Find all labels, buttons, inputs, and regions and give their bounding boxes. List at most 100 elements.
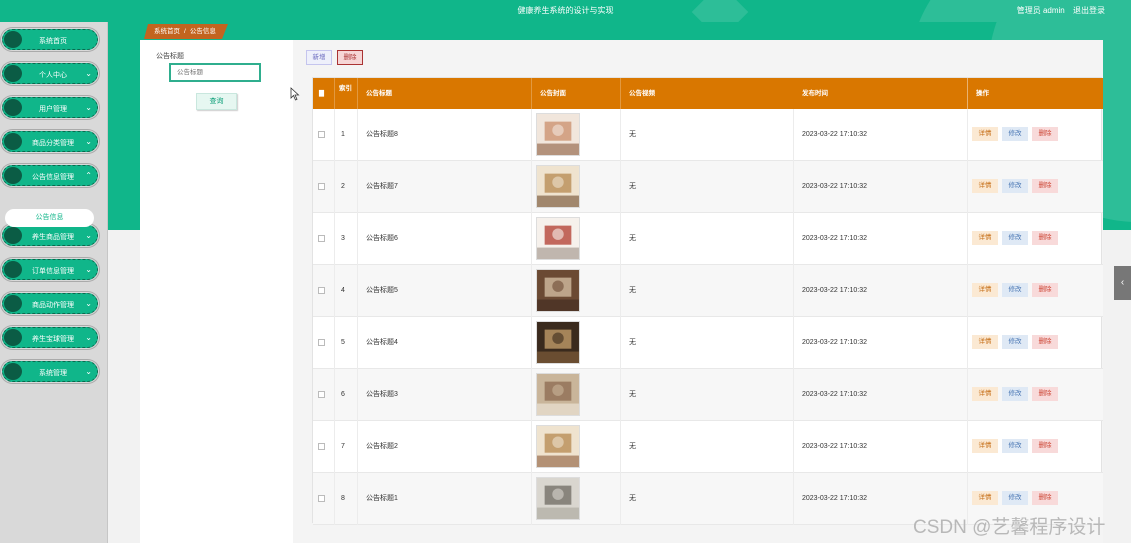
cover-thumbnail xyxy=(536,477,580,520)
sidebar-menu-item[interactable]: 订单信息管理 ⌄ xyxy=(2,259,98,280)
menu-dot-icon xyxy=(4,65,22,82)
title-cell: 公告标题6 xyxy=(358,213,532,265)
column-header: 操作 xyxy=(976,90,989,97)
row-checkbox[interactable] xyxy=(318,495,325,502)
breadcrumb-separator: / xyxy=(184,28,186,35)
column-header: 公告标题 xyxy=(358,78,532,109)
site-title: 健康养生系统的设计与实现 xyxy=(517,6,614,15)
edit-button[interactable]: 修改 xyxy=(1002,387,1028,401)
sidebar-menu-item[interactable]: 用户管理 ⌄ xyxy=(2,97,98,118)
checkbox-cell xyxy=(313,473,335,525)
breadcrumb-current: 公告信息 xyxy=(189,28,216,35)
menu-dot-icon xyxy=(4,167,22,184)
delete-button[interactable]: 删除 xyxy=(1032,439,1058,453)
search-input[interactable] xyxy=(169,63,261,82)
index-cell: 5 xyxy=(335,317,358,369)
menu-label: 商品分类管理 xyxy=(32,140,74,147)
row-checkbox[interactable] xyxy=(318,131,325,138)
table-row: 4 公告标题5 无 2023-03-22 17:10:32 详情 修改 删除 xyxy=(313,265,1103,317)
delete-button[interactable]: 删除 xyxy=(1032,283,1058,297)
chevron-left-icon: ‹ xyxy=(1120,277,1125,288)
menu-label: 订单信息管理 xyxy=(32,268,74,275)
detail-button[interactable]: 详情 xyxy=(972,491,998,505)
detail-button[interactable]: 详情 xyxy=(972,439,998,453)
video-cell: 无 xyxy=(621,369,794,421)
sidebar-menu-item[interactable]: 商品动作管理 ⌄ xyxy=(2,293,98,314)
menu-label: 用户管理 xyxy=(39,106,67,113)
row-checkbox[interactable] xyxy=(318,391,325,398)
chevron-down-icon: ⌄ xyxy=(85,231,92,240)
search-button[interactable]: 查询 xyxy=(196,93,237,110)
title-cell: 公告标题2 xyxy=(358,421,532,473)
actions-cell: 详情 修改 删除 xyxy=(968,317,1103,369)
checkbox-cell xyxy=(313,109,335,161)
detail-button[interactable]: 详情 xyxy=(972,335,998,349)
delete-button[interactable]: 删除 xyxy=(1032,179,1058,193)
video-cell: 无 xyxy=(621,109,794,161)
edit-button[interactable]: 修改 xyxy=(1002,283,1028,297)
sidebar: 系统首页 个人中心 ⌄ 用户管理 ⌄ 商品分类管理 ⌄ 公告信息管理 ⌃ 养生商品管理 ⌄ 订单信息管… xyxy=(0,22,108,543)
edit-button[interactable]: 修改 xyxy=(1002,439,1028,453)
edit-button[interactable]: 修改 xyxy=(1002,231,1028,245)
detail-button[interactable]: 详情 xyxy=(972,179,998,193)
index-cell: 3 xyxy=(335,213,358,265)
index-cell: 4 xyxy=(335,265,358,317)
edit-button[interactable]: 修改 xyxy=(1002,335,1028,349)
delete-button[interactable]: 删除 xyxy=(1032,231,1058,245)
sidebar-menu-item[interactable]: 系统首页 xyxy=(2,29,98,50)
edit-button[interactable]: 修改 xyxy=(1002,179,1028,193)
logout-link[interactable]: 退出登录 xyxy=(1073,6,1105,15)
detail-button[interactable]: 详情 xyxy=(972,231,998,245)
sidebar-menu-item[interactable]: 个人中心 ⌄ xyxy=(2,63,98,84)
breadcrumb: 系统首页 / 公告信息 xyxy=(144,24,228,39)
detail-button[interactable]: 详情 xyxy=(972,387,998,401)
delete-button[interactable]: 删除 xyxy=(1032,127,1058,141)
menu-label: 商品动作管理 xyxy=(32,302,74,309)
row-checkbox[interactable] xyxy=(318,287,325,294)
sidebar-menu-item[interactable]: 商品分类管理 ⌄ xyxy=(2,131,98,152)
select-all-header[interactable]: ▇ xyxy=(313,78,335,109)
cover-cell xyxy=(532,109,621,161)
edit-button[interactable]: 修改 xyxy=(1002,491,1028,505)
time-cell: 2023-03-22 17:10:32 xyxy=(794,421,968,473)
row-checkbox[interactable] xyxy=(318,183,325,190)
sidebar-menu-item[interactable]: 公告信息管理 ⌃ xyxy=(2,165,98,186)
time-cell: 2023-03-22 17:10:32 xyxy=(794,161,968,213)
cover-thumbnail xyxy=(536,217,580,260)
chevron-down-icon: ⌄ xyxy=(85,265,92,274)
checkbox-cell xyxy=(313,265,335,317)
actions-cell: 详情 修改 删除 xyxy=(968,421,1103,473)
breadcrumb-home[interactable]: 系统首页 xyxy=(154,28,180,35)
delete-button[interactable]: 删除 xyxy=(1032,387,1058,401)
time-cell: 2023-03-22 17:10:32 xyxy=(794,213,968,265)
cover-cell xyxy=(532,369,621,421)
sidebar-subitem-announcement[interactable]: 公告信息 xyxy=(5,209,94,227)
title-cell: 公告标题8 xyxy=(358,109,532,161)
menu-dot-icon xyxy=(4,227,22,244)
menu-dot-icon xyxy=(4,133,22,150)
edit-button[interactable]: 修改 xyxy=(1002,127,1028,141)
user-area: 管理员 admin 退出登录 xyxy=(1011,5,1105,16)
delete-button[interactable]: 删除 xyxy=(1032,335,1058,349)
video-cell: 无 xyxy=(621,473,794,525)
detail-button[interactable]: 详情 xyxy=(972,283,998,297)
menu-dot-icon xyxy=(4,31,22,48)
row-checkbox[interactable] xyxy=(318,339,325,346)
row-checkbox[interactable] xyxy=(318,443,325,450)
detail-button[interactable]: 详情 xyxy=(972,127,998,141)
row-checkbox[interactable] xyxy=(318,235,325,242)
chevron-up-icon: ⌃ xyxy=(85,171,92,180)
add-button[interactable]: 新增 xyxy=(306,50,332,65)
cover-thumbnail xyxy=(536,425,580,468)
delete-button[interactable]: 删除 xyxy=(1032,491,1058,505)
sidebar-menu-item[interactable]: 养生商品管理 ⌄ xyxy=(2,225,98,246)
collapse-tab[interactable]: ‹ xyxy=(1114,266,1131,300)
title-cell: 公告标题1 xyxy=(358,473,532,525)
menu-label: 养生宝球管理 xyxy=(32,336,74,343)
batch-delete-button[interactable]: 删除 xyxy=(337,50,363,65)
sidebar-menu-item[interactable]: 系统管理 ⌄ xyxy=(2,361,98,382)
menu-dot-icon xyxy=(4,329,22,346)
watermark: CSDN @艺馨程序设计 xyxy=(913,517,1106,538)
cover-thumbnail xyxy=(536,269,580,312)
sidebar-menu-item[interactable]: 养生宝球管理 ⌄ xyxy=(2,327,98,348)
